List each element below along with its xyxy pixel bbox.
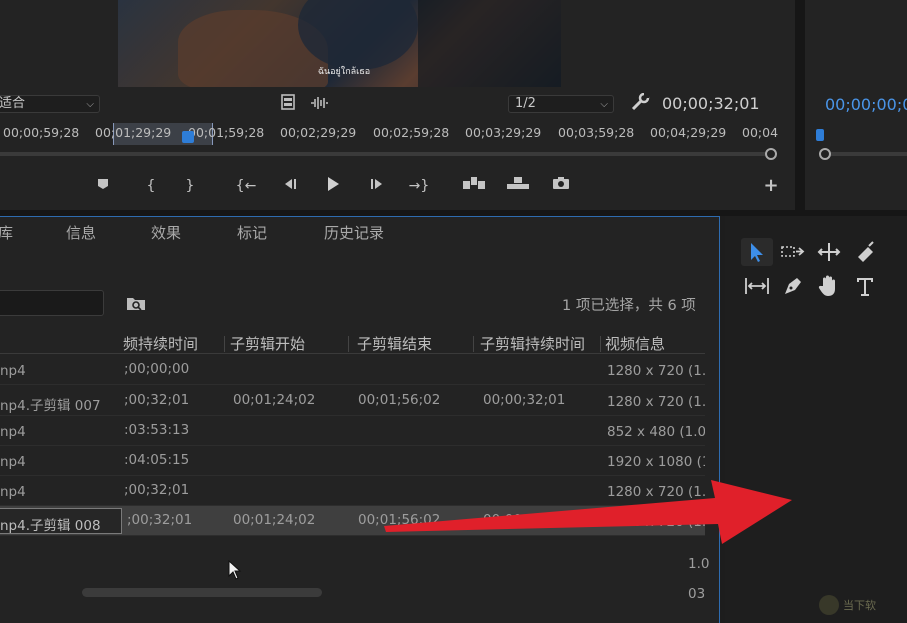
selection-count: 1 项已选择，共 6 项: [562, 298, 696, 314]
cell-name: np4: [0, 363, 26, 379]
video-preview: ฉันอยู่ใกล้เธอ: [118, 0, 561, 87]
camera-icon[interactable]: [550, 176, 572, 196]
cell-duration: :04:05:15: [124, 452, 190, 468]
track-select-tool-icon[interactable]: [777, 238, 809, 266]
ruler-label: 00;01;29;29: [95, 125, 172, 140]
playback-resolution-select[interactable]: 1/2 ⌵: [508, 95, 614, 113]
cell-duration: ;00;32;01: [127, 512, 193, 528]
tab-library[interactable]: 库: [0, 222, 13, 243]
zoom-fit-select[interactable]: 适合 ⌵: [0, 95, 100, 113]
pen-tool-icon[interactable]: [777, 272, 809, 300]
table-row[interactable]: np4.子剪辑 007 ;00;32;01 00;01;24;02 00;01;…: [0, 386, 705, 416]
cell-duration: ;00;32;01: [124, 392, 190, 408]
razor-tool-icon[interactable]: [849, 238, 881, 266]
insert-button[interactable]: [461, 176, 487, 196]
column-divider[interactable]: [348, 336, 349, 352]
chevron-down-icon: ⌵: [600, 99, 608, 110]
program-scroll-handle[interactable]: [819, 148, 831, 160]
table-row[interactable]: np4 ;00;00;00 1280 x 720 (1.0: [0, 355, 705, 385]
zoom-scroll-handle[interactable]: [765, 148, 777, 160]
column-divider[interactable]: [600, 336, 601, 352]
cell-video-info: 1280 x 720 (1.0: [607, 363, 705, 379]
time-ruler[interactable]: 00;00;59;28 00;01;29;29 00;01;59;28 00;0…: [0, 120, 780, 146]
column-header-duration[interactable]: 频持续时间: [123, 333, 198, 354]
cell-video-info: 852 x 480 (1.03: [607, 424, 705, 440]
column-header-subclip-start[interactable]: 子剪辑开始: [230, 333, 305, 354]
zoom-fit-value: 适合: [0, 96, 26, 111]
find-bin-icon[interactable]: [126, 295, 146, 311]
ruler-label: 00;00;59;28: [3, 125, 80, 140]
ruler-label: 00;04: [742, 125, 779, 140]
cell-video-info: 1280 x 720 (1.0: [607, 394, 705, 410]
cell-name: np4: [0, 484, 26, 500]
add-button-icon[interactable]: +: [760, 176, 782, 196]
watermark-logo: 当下软: [815, 592, 905, 618]
cell-subclip-start: 00;01;24;02: [233, 392, 316, 408]
zoom-scroll-track[interactable]: [0, 152, 774, 156]
hand-tool-icon[interactable]: [813, 272, 845, 300]
mark-in-button[interactable]: {: [140, 176, 162, 196]
panel-divider[interactable]: [795, 0, 805, 210]
cell-name: np4: [0, 454, 26, 470]
column-header-subclip-duration[interactable]: 子剪辑持续时间: [480, 333, 585, 354]
cell-name: np4.子剪辑 007: [0, 398, 101, 414]
add-marker-button[interactable]: [92, 176, 114, 196]
ruler-label: 00;01;59;28: [188, 125, 265, 140]
search-input[interactable]: [0, 290, 104, 316]
ripple-edit-tool-icon[interactable]: [813, 238, 845, 266]
tab-history[interactable]: 历史记录: [324, 222, 384, 243]
column-divider[interactable]: [473, 336, 474, 352]
horizontal-scrollbar[interactable]: [82, 588, 322, 597]
cell-subclip-start: 00;01;24;02: [233, 512, 316, 528]
cell-duration: ;00;32;01: [124, 482, 190, 498]
program-scroll-track[interactable]: [822, 152, 907, 156]
annotation-arrow: [380, 470, 800, 560]
cell-duration: :03:53:13: [124, 422, 190, 438]
column-header-subclip-end[interactable]: 子剪辑结束: [357, 333, 432, 354]
step-forward-button[interactable]: [366, 176, 388, 196]
cell-name: np4.子剪辑 008: [0, 518, 101, 534]
audio-waveform-icon[interactable]: [309, 96, 331, 112]
go-to-in-button[interactable]: {←: [235, 176, 257, 196]
film-strip-icon[interactable]: [280, 94, 296, 112]
table-row[interactable]: np4 :03:53:13 852 x 480 (1.03: [0, 416, 705, 446]
ruler-label: 00;03;29;29: [465, 125, 542, 140]
program-playhead[interactable]: [816, 129, 824, 141]
overwrite-button[interactable]: [505, 176, 531, 196]
ruler-label: 00;04;29;29: [650, 125, 727, 140]
tab-effects[interactable]: 效果: [151, 222, 181, 243]
column-header-video-info[interactable]: 视频信息: [605, 333, 665, 354]
video-subtitle: ฉันอยู่ใกล้เธอ: [317, 67, 371, 77]
go-to-out-button[interactable]: →}: [408, 176, 430, 196]
mouse-cursor-icon: [228, 559, 242, 580]
ruler-label: 00;03;59;28: [558, 125, 635, 140]
overflow-value: 03: [688, 586, 706, 602]
tab-info[interactable]: 信息: [66, 222, 96, 243]
play-button[interactable]: [322, 176, 344, 196]
column-divider[interactable]: [224, 336, 225, 352]
playhead[interactable]: [182, 131, 194, 143]
cell-video-info: 1920 x 1080 (1.: [607, 454, 705, 470]
source-timecode[interactable]: 00;00;32;01: [662, 94, 760, 113]
svg-text:当下软: 当下软: [843, 598, 876, 612]
cell-subclip-duration: 00;00;32;01: [483, 392, 566, 408]
slip-tool-icon[interactable]: [741, 272, 773, 300]
wrench-icon[interactable]: [630, 92, 650, 115]
program-timecode[interactable]: 00;00;00;0: [825, 95, 907, 114]
cell-duration: ;00;00;00: [124, 361, 190, 377]
selection-tool-icon[interactable]: [741, 238, 773, 266]
step-back-button[interactable]: [279, 176, 301, 196]
cell-name: np4: [0, 424, 26, 440]
playback-resolution-value: 1/2: [515, 96, 536, 111]
ruler-label: 00;02;59;28: [373, 125, 450, 140]
type-tool-icon[interactable]: [849, 272, 881, 300]
ruler-label: 00;02;29;29: [280, 125, 357, 140]
video-background: [418, 0, 561, 87]
cell-subclip-end: 00;01;56;02: [358, 392, 441, 408]
mark-out-button[interactable]: }: [179, 176, 201, 196]
header-divider: [0, 353, 705, 354]
tab-markers[interactable]: 标记: [237, 222, 267, 243]
chevron-down-icon: ⌵: [86, 99, 94, 110]
